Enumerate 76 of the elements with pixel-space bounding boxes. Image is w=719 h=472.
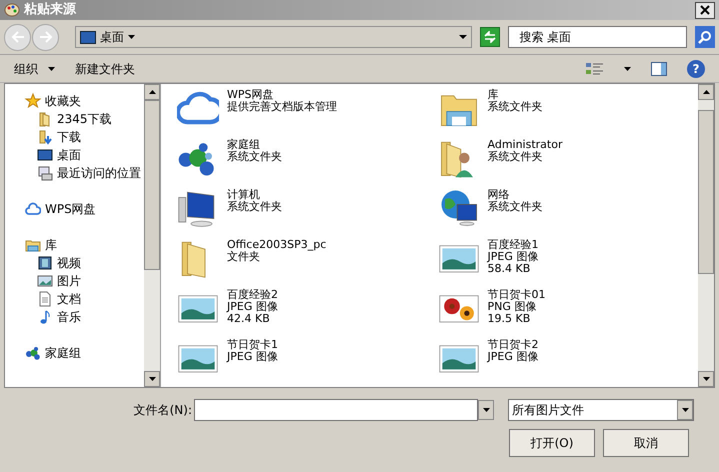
- scroll-up-button[interactable]: [144, 84, 160, 100]
- scroll-up-button[interactable]: [698, 84, 714, 100]
- desktop-icon: [80, 30, 96, 44]
- file-name-label: 文件名(N):: [132, 402, 193, 419]
- down-arrow-icon: [702, 377, 710, 381]
- file-item[interactable]: Administrator 系统文件夹: [438, 134, 698, 184]
- download-icon: [37, 129, 53, 145]
- sidebar-item[interactable]: 2345下载: [5, 110, 144, 128]
- scrollbar[interactable]: [144, 84, 160, 387]
- file-item[interactable]: 家庭组 系统文件夹: [177, 134, 438, 184]
- caret-icon: [482, 408, 490, 412]
- open-button[interactable]: 打开(O): [509, 429, 595, 457]
- file-type-dropdown[interactable]: 所有图片文件: [508, 399, 694, 421]
- scrollbar[interactable]: [698, 84, 714, 387]
- close-icon: [700, 5, 710, 15]
- star-icon: [25, 93, 41, 109]
- file-item[interactable]: 节日贺卡1 JPEG 图像: [177, 334, 438, 384]
- sidebar-item[interactable]: WPS网盘: [5, 200, 144, 218]
- file-item[interactable]: WPS网盘 提供完善文档版本管理: [177, 84, 438, 134]
- sidebar-item[interactable]: 下载: [5, 128, 144, 146]
- file-item[interactable]: 网络 系统文件夹: [438, 184, 698, 234]
- back-arrow-icon: [10, 31, 24, 43]
- refresh-icon: [483, 31, 498, 43]
- file-item[interactable]: 百度经验2 JPEG 图像 42.4 KB: [177, 284, 438, 334]
- forward-arrow-icon: [38, 31, 52, 43]
- sidebar-item[interactable]: 视频: [5, 254, 144, 272]
- scroll-down-button[interactable]: [144, 371, 160, 387]
- up-arrow-icon: [702, 90, 710, 94]
- dropdown-button[interactable]: [478, 400, 494, 420]
- down-arrow-icon: [148, 377, 156, 381]
- file-item[interactable]: 库 系统文件夹: [438, 84, 698, 134]
- sidebar-item[interactable]: 图片: [5, 272, 144, 290]
- video-icon: [37, 255, 53, 271]
- dropdown-caret-icon: [459, 35, 468, 39]
- organize-menu[interactable]: 组织: [14, 60, 55, 78]
- sidebar-item[interactable]: 最近访问的位置: [5, 164, 144, 182]
- address-bar[interactable]: 桌面: [75, 26, 472, 48]
- window-title: 粘贴来源: [24, 1, 76, 20]
- file-item[interactable]: 节日贺卡2 JPEG 图像: [438, 334, 698, 384]
- file-name-field[interactable]: [194, 399, 478, 421]
- palette-icon: [4, 3, 20, 17]
- scroll-thumb[interactable]: [144, 100, 160, 270]
- help-button[interactable]: ?: [687, 60, 705, 78]
- recent-icon: [37, 165, 53, 181]
- caret-icon: [128, 35, 135, 39]
- new-folder-button[interactable]: 新建文件夹: [75, 60, 135, 78]
- sidebar-item[interactable]: 音乐: [5, 308, 144, 326]
- picture-icon: [37, 273, 53, 289]
- sidebar-item[interactable]: 收藏夹: [5, 92, 144, 110]
- sidebar-item[interactable]: 家庭组: [5, 344, 144, 362]
- scroll-thumb[interactable]: [698, 110, 714, 274]
- address-text: 桌面: [100, 29, 124, 46]
- desktop-icon: [37, 147, 53, 163]
- sidebar-item[interactable]: 库: [5, 236, 144, 254]
- search-icon: [698, 30, 712, 44]
- caret-icon: [48, 66, 55, 70]
- up-arrow-icon: [148, 90, 156, 94]
- caret-icon: [682, 408, 688, 412]
- cloud-icon: [25, 201, 41, 217]
- homegroup-icon: [25, 345, 41, 361]
- scroll-down-button[interactable]: [698, 371, 714, 387]
- document-icon: [37, 291, 53, 307]
- caret-icon[interactable]: [624, 66, 631, 70]
- refresh-button[interactable]: [480, 27, 500, 47]
- file-item[interactable]: Office2003SP3_pc 文件夹: [177, 234, 438, 284]
- view-options-icon[interactable]: [586, 62, 604, 76]
- sidebar-item[interactable]: 桌面: [5, 146, 144, 164]
- close-button[interactable]: [695, 2, 715, 18]
- sidebar-item[interactable]: 文档: [5, 290, 144, 308]
- preview-pane-icon[interactable]: [651, 62, 667, 76]
- search-field[interactable]: 搜索 桌面: [508, 26, 688, 48]
- search-button[interactable]: [695, 26, 715, 48]
- cancel-button[interactable]: 取消: [603, 429, 689, 457]
- file-item[interactable]: 百度经验1 JPEG 图像 58.4 KB: [438, 234, 698, 284]
- file-item[interactable]: 计算机 系统文件夹: [177, 184, 438, 234]
- file-item[interactable]: 节日贺卡01 PNG 图像 19.5 KB: [438, 284, 698, 334]
